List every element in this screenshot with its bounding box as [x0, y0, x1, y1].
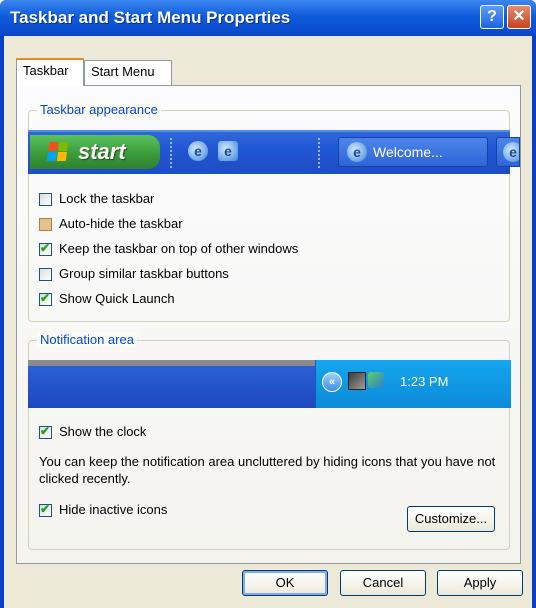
taskbar-tab-panel: Taskbar appearance start e e e Welcome..… [16, 85, 521, 564]
start-label: start [78, 139, 126, 164]
tab-taskbar[interactable]: Taskbar [16, 58, 84, 86]
task-button-preview-2: e [496, 137, 520, 167]
option-label: Show the clock [59, 424, 147, 439]
tab-start-menu[interactable]: Start Menu [84, 60, 172, 85]
system-tray-preview: « 1:23 PM [315, 360, 511, 408]
task-button-label: Welcome... [373, 144, 443, 160]
connection-icon [368, 372, 384, 388]
cancel-button[interactable]: Cancel [340, 570, 426, 596]
help-button[interactable]: ? [480, 5, 504, 29]
window-title: Taskbar and Start Menu Properties [10, 8, 291, 27]
clock-preview: 1:23 PM [400, 374, 449, 389]
dialog-client-area: Taskbar Start Menu Taskbar appearance st… [4, 36, 532, 608]
notification-preview: « 1:23 PM [28, 360, 511, 408]
customize-button[interactable]: Customize... [407, 506, 495, 532]
quick-launch-grip [170, 138, 174, 168]
properties-window: Taskbar and Start Menu Properties ? ✕ Ta… [0, 0, 536, 608]
network-icon [348, 372, 366, 390]
start-button-preview: start [30, 135, 160, 169]
checkbox[interactable] [39, 218, 52, 231]
ie-page-icon: e [503, 142, 519, 162]
apply-button[interactable]: Apply [437, 570, 523, 596]
checkbox[interactable] [39, 241, 52, 256]
group-title-notification-area: Notification area [37, 332, 137, 347]
ie-page-icon: e [347, 142, 367, 162]
taskbar-grip [318, 138, 322, 168]
group-title-taskbar-appearance: Taskbar appearance [37, 102, 161, 117]
notification-area-group: Notification area « 1:23 PM Show the clo… [28, 332, 511, 550]
option-label: Show Quick Launch [59, 291, 175, 306]
close-button[interactable]: ✕ [507, 5, 531, 29]
checkbox[interactable] [39, 424, 52, 439]
ie-alt-icon: e [218, 141, 238, 161]
option-label: Auto-hide the taskbar [59, 216, 183, 231]
title-bar[interactable]: Taskbar and Start Menu Properties ? ✕ [0, 0, 536, 36]
notification-description: You can keep the notification area unclu… [39, 454, 496, 486]
task-button-preview: e Welcome... [338, 137, 488, 167]
taskbar-appearance-group: Taskbar appearance start e e e Welcome..… [28, 102, 520, 322]
chevron-left-icon: « [322, 372, 342, 392]
option-label: Lock the taskbar [59, 191, 155, 206]
checkbox[interactable] [39, 502, 52, 517]
checkbox[interactable] [39, 193, 52, 206]
windows-logo-icon [46, 142, 70, 162]
checkbox[interactable] [39, 268, 52, 281]
option-label: Hide inactive icons [59, 502, 168, 517]
taskbar-preview: start e e e Welcome... e [28, 130, 520, 174]
ie-icon: e [188, 141, 208, 161]
checkbox[interactable] [39, 291, 52, 306]
ok-button[interactable]: OK [242, 570, 328, 596]
option-label: Keep the taskbar on top of other windows [59, 241, 299, 256]
option-label: Group similar taskbar buttons [59, 266, 229, 281]
